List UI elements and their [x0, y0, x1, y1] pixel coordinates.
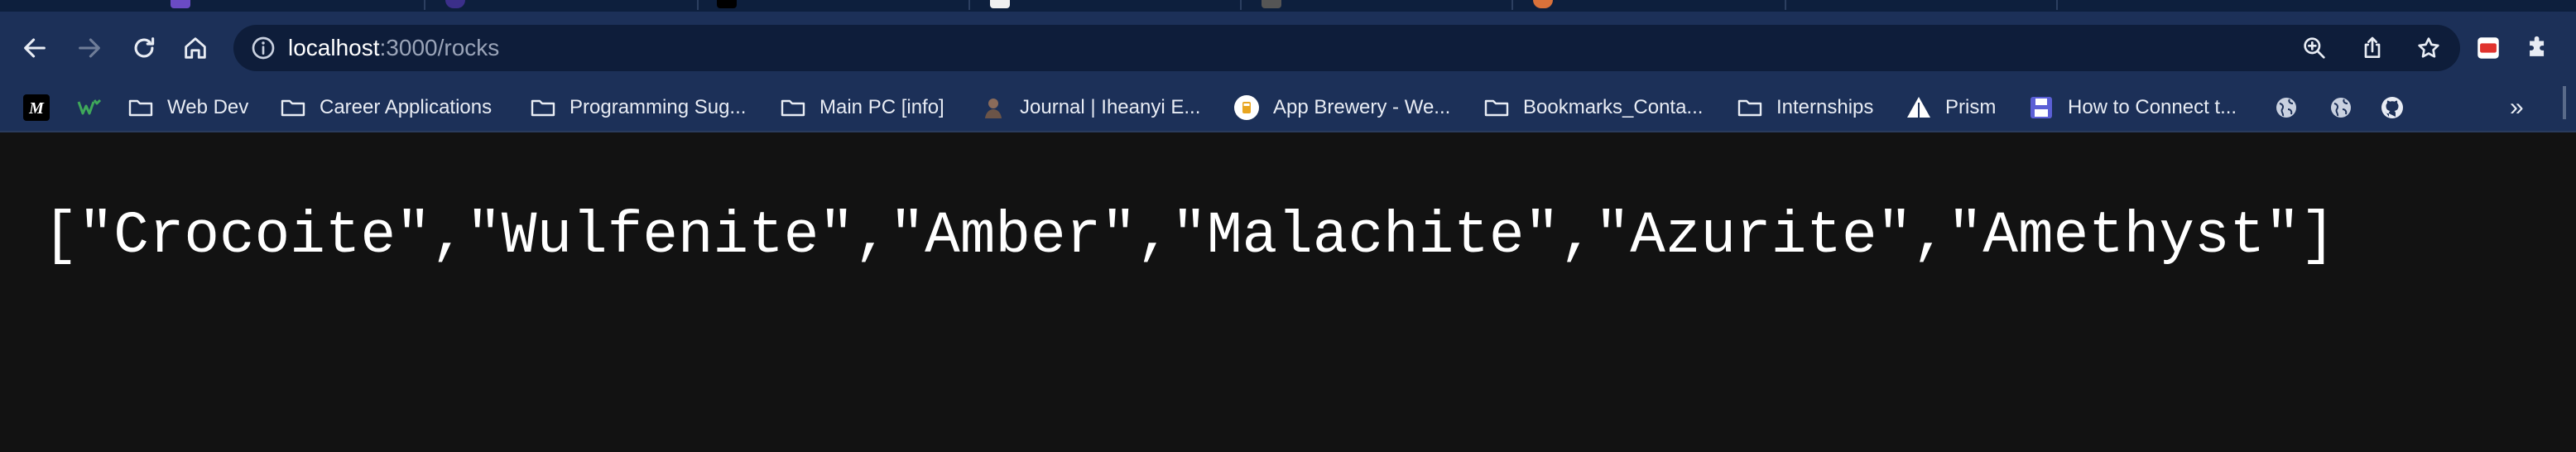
bookmark-career-applications[interactable]: Career Applications	[280, 84, 492, 131]
share-icon	[2364, 36, 2381, 58]
tab-favicon[interactable]	[990, 0, 1010, 8]
pdf-extension-icon	[2477, 37, 2499, 59]
folder-icon	[127, 94, 154, 121]
globe-icon[interactable]	[2328, 94, 2354, 121]
github-icon[interactable]	[2379, 94, 2405, 121]
forward-button[interactable]	[65, 23, 114, 73]
info-icon[interactable]	[250, 35, 276, 61]
webflow-icon[interactable]	[76, 94, 103, 121]
folder-icon	[280, 94, 306, 121]
floppy-icon	[2028, 94, 2055, 121]
bookmark-how-to-connect[interactable]: How to Connect t...	[2028, 84, 2237, 131]
bookmark-label: Main PC [info]	[819, 96, 944, 118]
browser-toolbar: localhost:3000/rocks	[0, 12, 2576, 84]
address-bar[interactable]: localhost:3000/rocks	[233, 25, 2460, 71]
puzzle-icon	[2530, 36, 2545, 56]
bookmark-journal[interactable]: Journal | Iheanyi E...	[980, 84, 1200, 131]
bookmark-prism[interactable]: Prism	[1906, 84, 1996, 131]
folder-icon	[530, 94, 556, 121]
bookmark-bookmarks-conta[interactable]: Bookmarks_Conta...	[1483, 84, 1703, 131]
bookmark-label: Prism	[1945, 96, 1997, 118]
medium-icon[interactable]: M	[23, 94, 50, 121]
bookmark-label: Web Dev	[167, 96, 249, 118]
tab-separator	[1511, 0, 1513, 10]
reload-button[interactable]	[119, 23, 169, 73]
zoom-button[interactable]	[2300, 33, 2329, 63]
zoom-icon	[2304, 37, 2325, 59]
reload-icon	[134, 37, 155, 58]
tab-separator	[697, 0, 699, 10]
bookmark-label: Programming Sug...	[570, 96, 747, 118]
home-icon	[185, 37, 206, 59]
back-button[interactable]	[10, 23, 60, 73]
extensions-button[interactable]	[2521, 31, 2554, 65]
url-text[interactable]: localhost:3000/rocks	[288, 25, 499, 71]
bookmark-main-pc-info[interactable]: Main PC [info]	[780, 84, 944, 131]
tab-favicon[interactable]	[171, 0, 190, 8]
arrow-left-icon	[24, 38, 46, 58]
share-button[interactable]	[2357, 33, 2387, 63]
tab-separator	[968, 0, 970, 10]
tab-separator	[1240, 0, 1242, 10]
bookmark-label: Bookmarks_Conta...	[1523, 96, 1704, 118]
home-button[interactable]	[171, 23, 220, 73]
bookmark-label: How to Connect t...	[2068, 96, 2237, 118]
journal-icon	[980, 94, 1007, 121]
tab-separator	[1785, 0, 1786, 10]
toolbar-edge-divider	[2563, 86, 2566, 119]
bookmark-internships[interactable]: Internships	[1737, 84, 1873, 131]
bookmark-label: App Brewery - We...	[1273, 96, 1451, 118]
bookmark-star-button[interactable]	[2414, 33, 2444, 63]
bookmark-app-brewery[interactable]: App Brewery - We...	[1233, 84, 1450, 131]
folder-icon	[1737, 94, 1763, 121]
svg-text:M: M	[28, 99, 45, 118]
folder-icon	[1483, 94, 1510, 121]
bookmark-label: Internships	[1776, 96, 1874, 118]
tab-separator	[424, 0, 425, 10]
app-brewery-icon	[1233, 94, 1260, 121]
pdf-extension-button[interactable]	[2472, 31, 2505, 65]
arrow-right-icon	[79, 38, 100, 58]
url-host: localhost	[288, 35, 380, 60]
bookmark-programming-sug[interactable]: Programming Sug...	[530, 84, 746, 131]
bookmarks-bar: M Web Dev Career Applications Programmin…	[0, 84, 2576, 132]
tab-favicon[interactable]	[717, 0, 737, 8]
json-response-text: ["Crocoite","Wulfenite","Amber","Malachi…	[43, 204, 2336, 270]
url-path: :3000/rocks	[379, 35, 500, 60]
more-bookmarks-chevron[interactable]: »	[2510, 84, 2524, 131]
folder-icon	[780, 94, 806, 121]
tab-favicon[interactable]	[1262, 0, 1281, 8]
page-content: ["Crocoite","Wulfenite","Amber","Malachi…	[0, 132, 2576, 452]
globe-icon[interactable]	[2273, 94, 2300, 121]
bookmark-web-dev[interactable]: Web Dev	[127, 84, 248, 131]
tab-favicon[interactable]	[445, 0, 465, 8]
star-icon	[2418, 37, 2439, 58]
tab-favicon[interactable]	[1533, 0, 1553, 8]
prism-icon	[1906, 94, 1932, 121]
tab-strip	[0, 0, 2576, 12]
tab-separator	[2056, 0, 2058, 10]
bookmark-label: Journal | Iheanyi E...	[1020, 96, 1201, 118]
bookmark-label: Career Applications	[320, 96, 493, 118]
